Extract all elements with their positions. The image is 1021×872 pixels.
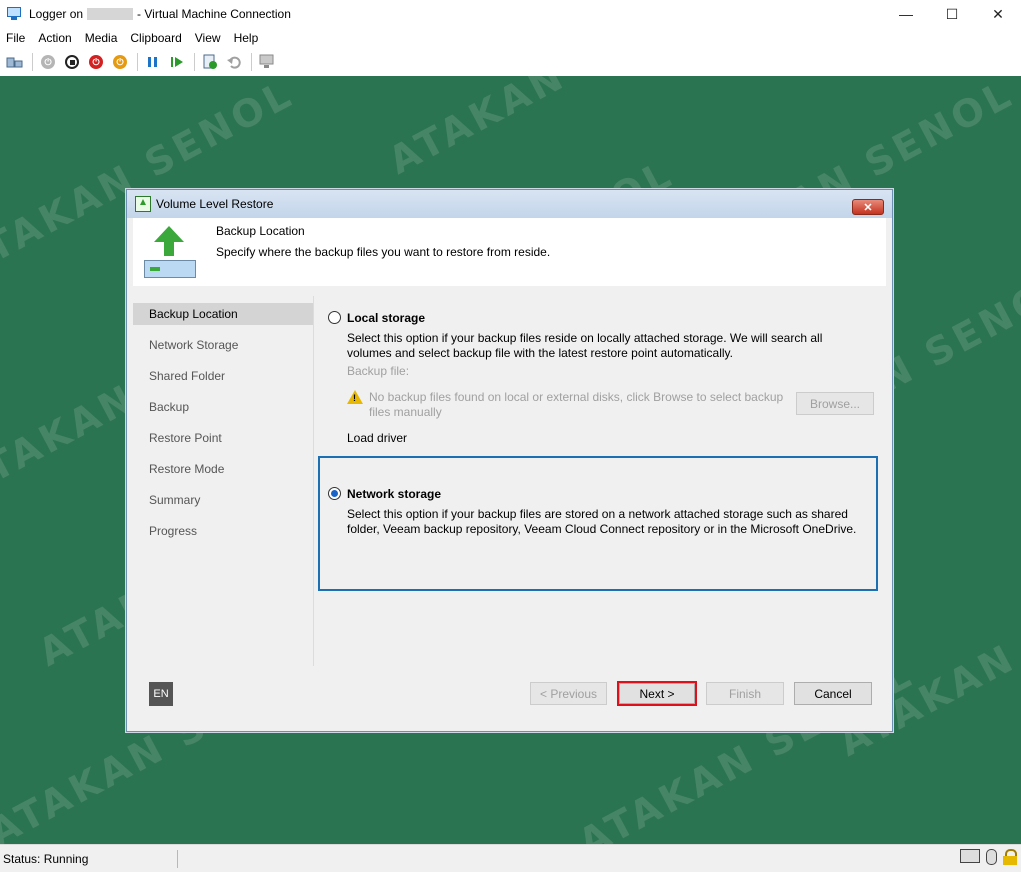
step-restore-mode[interactable]: Restore Mode [133, 458, 313, 480]
keyboard-icon [960, 849, 980, 863]
toolbar-separator [194, 53, 195, 71]
wizard-steps: Backup Location Network Storage Shared F… [133, 296, 314, 666]
menu-action[interactable]: Action [32, 31, 78, 45]
turn-off-icon[interactable] [61, 51, 83, 73]
toolbar: ⏻ ⏻ ⏻ [0, 48, 1021, 76]
window-titlebar: Logger on - Virtual Machine Connection —… [0, 0, 1021, 28]
redacted-hostname [87, 8, 134, 20]
reset-icon[interactable] [166, 51, 188, 73]
menu-help[interactable]: Help [228, 31, 266, 45]
upload-disk-icon [144, 226, 196, 284]
language-indicator[interactable]: EN [149, 682, 173, 706]
next-button[interactable]: Next > [619, 683, 695, 704]
status-text: Status: Running [0, 849, 178, 868]
shut-down-icon[interactable]: ⏻ [85, 51, 107, 73]
previous-button[interactable]: < Previous [530, 682, 607, 705]
close-button[interactable]: ✕ [975, 0, 1021, 28]
start-icon[interactable]: ⏻ [37, 51, 59, 73]
step-backup-location[interactable]: Backup Location [133, 303, 313, 325]
pause-icon[interactable] [142, 51, 164, 73]
wizard-content: Local storage Select this option if your… [315, 296, 886, 666]
restore-icon [135, 196, 151, 212]
vm-connection-icon [7, 7, 23, 21]
step-backup[interactable]: Backup [133, 396, 313, 418]
no-backup-warning: No backup files found on local or extern… [369, 390, 784, 419]
enhanced-session-icon[interactable] [256, 51, 278, 73]
toolbar-separator [32, 53, 33, 71]
menu-bar: File Action Media Clipboard View Help [0, 28, 1021, 48]
header-subtitle: Specify where the backup files you want … [216, 245, 551, 259]
toolbar-separator [137, 53, 138, 71]
dialog-body: Backup Location Network Storage Shared F… [133, 296, 886, 727]
watermark: ATAKAN SENOL [381, 76, 731, 183]
local-storage-label[interactable]: Local storage [347, 311, 425, 325]
menu-file[interactable]: File [0, 31, 32, 45]
network-storage-description: Select this option if your backup files … [347, 507, 857, 536]
minimize-button[interactable]: — [883, 0, 929, 28]
step-restore-point[interactable]: Restore Point [133, 427, 313, 449]
cancel-button[interactable]: Cancel [794, 682, 872, 705]
mouse-icon [986, 849, 997, 865]
step-summary[interactable]: Summary [133, 489, 313, 511]
network-storage-radio[interactable] [328, 487, 341, 500]
backup-file-label: Backup file: [347, 364, 410, 378]
dialog-header: Backup Location Specify where the backup… [133, 218, 886, 286]
dialog-title: Volume Level Restore [156, 197, 274, 211]
menu-clipboard[interactable]: Clipboard [124, 31, 188, 45]
toolbar-separator [251, 53, 252, 71]
window-title-suffix: - Virtual Machine Connection [137, 7, 291, 21]
header-title: Backup Location [216, 224, 305, 238]
step-progress[interactable]: Progress [133, 520, 313, 542]
step-network-storage[interactable]: Network Storage [133, 334, 313, 356]
lock-icon [1003, 849, 1017, 865]
menu-view[interactable]: View [189, 31, 228, 45]
maximize-button[interactable]: ☐ [929, 0, 975, 28]
local-storage-radio[interactable] [328, 311, 341, 324]
dialog-titlebar: Volume Level Restore ✕ [127, 190, 892, 218]
menu-media[interactable]: Media [79, 31, 125, 45]
network-storage-label[interactable]: Network storage [347, 487, 441, 501]
status-bar: Status: Running [0, 844, 1021, 872]
load-driver-link[interactable]: Load driver [347, 431, 867, 446]
finish-button[interactable]: Finish [706, 682, 784, 705]
dialog-close-button[interactable]: ✕ [852, 199, 884, 215]
warning-icon: ! [347, 390, 363, 404]
step-shared-folder[interactable]: Shared Folder [133, 365, 313, 387]
window-title-prefix: Logger on [29, 7, 84, 21]
volume-level-restore-dialog: Volume Level Restore ✕ Backup Location S… [126, 189, 893, 732]
ctrl-alt-del-icon[interactable] [4, 51, 26, 73]
window-title: Logger on - Virtual Machine Connection [29, 7, 291, 21]
local-storage-description: Select this option if your backup files … [347, 331, 823, 360]
browse-button[interactable]: Browse... [796, 392, 874, 415]
checkpoint-icon[interactable] [199, 51, 221, 73]
save-icon[interactable]: ⏻ [109, 51, 131, 73]
revert-icon[interactable] [223, 51, 245, 73]
